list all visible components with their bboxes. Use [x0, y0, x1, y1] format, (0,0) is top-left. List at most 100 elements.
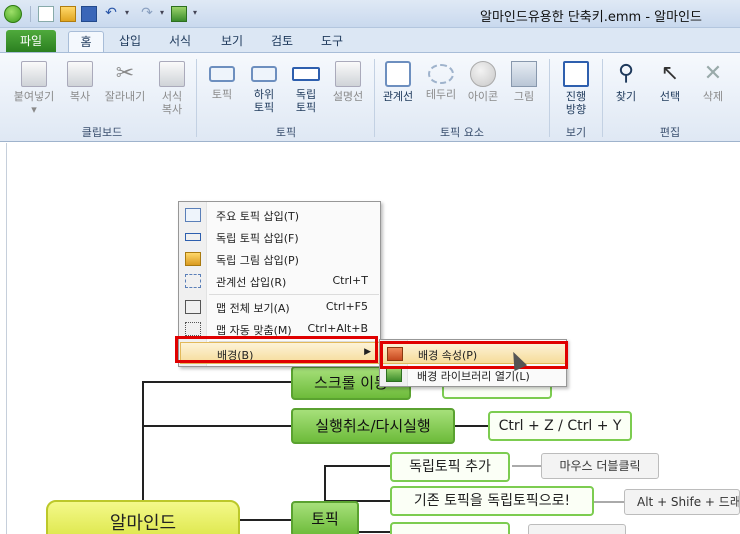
picture-icon [185, 252, 201, 266]
group-separator [549, 59, 550, 137]
background-library-icon [386, 368, 402, 382]
open-folder-icon[interactable] [60, 6, 76, 22]
menu-item-label: 맵 전체 보기(A) [216, 302, 290, 315]
select-label: 선택 [659, 90, 681, 103]
boundary-button[interactable]: 테두리 [422, 57, 460, 123]
redo-dropdown-icon[interactable]: ▾ [160, 8, 164, 17]
sub-topic-label-2: 토픽 [253, 101, 275, 114]
group-label-topic-elements: 토픽 요소 [440, 126, 484, 139]
paste-label: 붙여넣기 [13, 90, 55, 103]
topic-node-undo-redo[interactable]: 실행취소/다시실행 [291, 408, 455, 444]
connector-line [142, 425, 292, 427]
tab-format[interactable]: 서식 [162, 31, 198, 52]
save-icon[interactable] [81, 6, 97, 22]
tab-insert[interactable]: 삽입 [112, 31, 148, 52]
sub-topic-button[interactable]: 하위 토픽 [248, 57, 280, 123]
group-separator [374, 59, 375, 137]
sub-topic-node-to-free-topic[interactable]: 기존 토픽을 독립토픽으로! [390, 486, 594, 516]
group-label-clipboard: 클립보드 [81, 126, 123, 139]
ribbon-tab-row: 파일 홈 삽입 서식 보기 검토 도구 [0, 28, 740, 52]
scissors-icon: ✂ [115, 61, 135, 86]
quick-access-dropdown-icon[interactable]: ▾ [193, 8, 197, 17]
sub-topic-node-free-topic-add[interactable]: 독립토픽 추가 [390, 452, 510, 482]
note-node-alt-drag[interactable]: Alt + Shife + 드래 [624, 489, 740, 515]
delete-label: 삭제 [702, 90, 724, 103]
relation-button[interactable]: 관계선 [380, 57, 416, 123]
menu-item-label: 배경 라이브러리 열기(L) [417, 370, 530, 383]
cut-label: 잘라내기 [104, 90, 146, 103]
highlight-box-background [175, 336, 378, 363]
smiley-icon [470, 61, 496, 87]
menu-item-insert-free-picture[interactable]: 독립 그림 삽입(P) [180, 248, 380, 270]
topic-node-topic[interactable]: 토픽 [291, 501, 359, 534]
delete-x-icon: ✕ [703, 61, 723, 86]
group-label-view: 보기 [565, 126, 587, 139]
group-label-edit: 편집 [659, 126, 681, 139]
tab-view[interactable]: 보기 [214, 31, 250, 52]
select-button[interactable]: ↖ 선택 [652, 57, 688, 123]
undo-dropdown-icon[interactable]: ▾ [125, 8, 129, 17]
boundary-icon [428, 64, 454, 84]
callout-button[interactable]: 설명선 [328, 57, 368, 123]
menu-item-insert-relation[interactable]: 관계선 삽입(R) Ctrl+T [180, 270, 380, 292]
topic-button[interactable]: 토픽 [204, 57, 240, 123]
format-copy-button[interactable]: 서식 복사 [152, 57, 192, 123]
menu-item-view-whole-map[interactable]: 맵 전체 보기(A) Ctrl+F5 [180, 296, 380, 318]
icon-button[interactable]: 아이콘 [464, 57, 502, 123]
group-separator [602, 59, 603, 137]
cut-button[interactable]: ✂ 잘라내기 [100, 57, 150, 123]
tab-home[interactable]: 홈 [68, 31, 104, 52]
magnifier-icon: ⚲ [617, 61, 635, 86]
sub-topic-node-partial[interactable] [390, 522, 510, 534]
cursor-arrow-icon: ↖ [660, 61, 680, 86]
highlight-box-background-properties [380, 341, 568, 369]
free-topic-label-2: 토픽 [295, 101, 317, 114]
format-copy-label-2: 복사 [161, 103, 183, 116]
paste-button[interactable]: 붙여넣기 ▾ [8, 57, 60, 123]
sub-topic-icon [251, 66, 277, 82]
frame-icon[interactable] [171, 6, 187, 22]
note-node-double-click[interactable]: 마우스 더블클릭 [541, 453, 659, 479]
root-topic-node[interactable]: 알마인드 [46, 500, 240, 534]
ribbon: 붙여넣기 ▾ 복사 ✂ 잘라내기 서식 복사 클립보드 토픽 하위 토픽 독립 … [0, 52, 740, 142]
sub-topic-label-1: 하위 [253, 88, 275, 101]
separator [30, 6, 31, 22]
connector-line [512, 465, 542, 467]
icon-label: 아이콘 [467, 90, 499, 103]
copy-button[interactable]: 복사 [62, 57, 98, 123]
menu-item-insert-main-topic[interactable]: 주요 토픽 삽입(T) [180, 204, 380, 226]
app-logo-icon[interactable] [4, 5, 22, 23]
direction-button[interactable]: 진행 방향 [556, 57, 596, 123]
menu-item-label: 주요 토픽 삽입(T) [216, 210, 300, 223]
menu-item-label: 독립 그림 삽입(P) [216, 254, 299, 267]
format-copy-label-1: 서식 [161, 90, 183, 103]
redo-icon[interactable]: ↷ [139, 6, 155, 22]
free-topic-icon [292, 67, 320, 81]
find-button[interactable]: ⚲ 찾기 [608, 57, 644, 123]
tab-file[interactable]: 파일 [6, 30, 56, 52]
free-topic-button[interactable]: 독립 토픽 [290, 57, 322, 123]
auto-fit-icon [185, 322, 201, 336]
menu-item-shortcut: Ctrl+Alt+B [307, 322, 368, 335]
note-node-partial[interactable] [528, 524, 626, 534]
callout-icon [335, 61, 361, 87]
fit-view-icon [185, 300, 201, 314]
copy-icon [67, 61, 93, 87]
connector-line [142, 381, 292, 383]
tab-tools[interactable]: 도구 [314, 31, 350, 52]
free-topic-icon [185, 233, 201, 241]
picture-button[interactable]: 그림 [508, 57, 540, 123]
window-title: 알마인드유용한 단축키.emm - 알마인드 [480, 10, 702, 25]
direction-label-2: 방향 [565, 103, 587, 116]
topic-icon [209, 66, 235, 82]
new-document-icon[interactable] [38, 6, 54, 22]
menu-separator [209, 294, 379, 295]
undo-icon[interactable]: ↶ [103, 6, 119, 22]
boundary-label: 테두리 [425, 88, 457, 101]
direction-label-1: 진행 [565, 90, 587, 103]
format-brush-icon [159, 61, 185, 87]
menu-item-insert-free-topic[interactable]: 독립 토픽 삽입(F) [180, 226, 380, 248]
delete-button[interactable]: ✕ 삭제 [696, 57, 730, 123]
sub-topic-node-undo-key[interactable]: Ctrl + Z / Ctrl + Y [488, 411, 632, 441]
tab-review[interactable]: 검토 [264, 31, 300, 52]
